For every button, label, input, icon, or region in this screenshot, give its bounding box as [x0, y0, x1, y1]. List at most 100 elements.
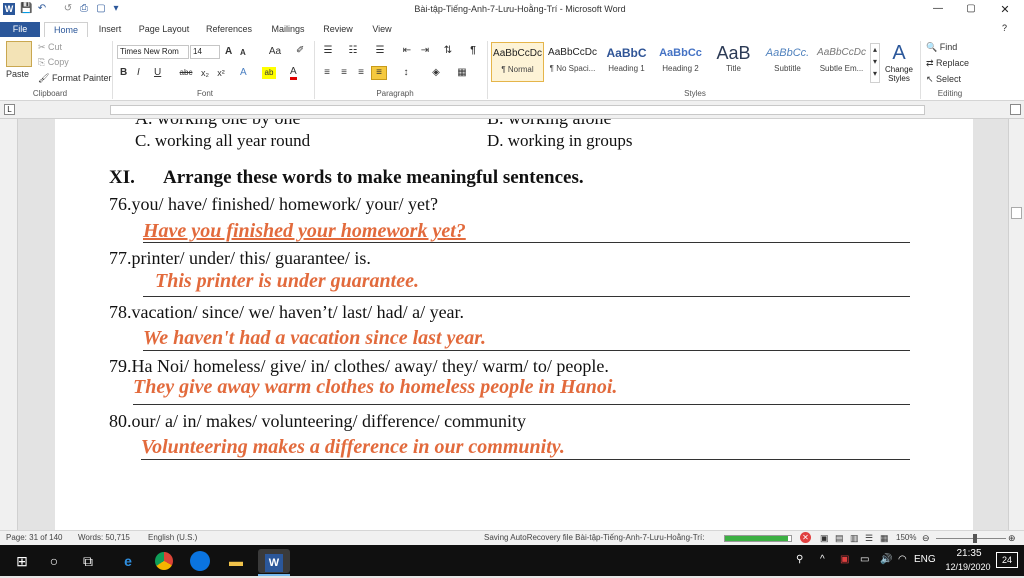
zoom-slider-thumb[interactable]: [973, 534, 977, 543]
find-button[interactable]: 🔍 Find: [926, 41, 957, 53]
align-right-icon[interactable]: ≡: [354, 67, 368, 79]
font-size-select[interactable]: 14: [190, 45, 220, 59]
multilevel-list-icon[interactable]: ☰: [372, 45, 388, 57]
justify-icon[interactable]: ≡: [371, 66, 387, 80]
borders-icon[interactable]: ▦: [454, 67, 470, 79]
numbering-icon[interactable]: ☷: [345, 45, 361, 57]
draft-icon[interactable]: ▦: [880, 532, 889, 544]
replace-button[interactable]: ⇄ Replace: [926, 57, 969, 69]
paste-icon[interactable]: [6, 41, 32, 67]
undo-icon[interactable]: ↶: [36, 3, 48, 15]
horizontal-ruler[interactable]: L: [0, 101, 1024, 119]
document-page[interactable]: A. working one by one B. working alone C…: [55, 119, 973, 530]
maximize-button[interactable]: ▢: [963, 3, 979, 14]
task-view-icon[interactable]: ⧉: [76, 549, 100, 573]
minimize-button[interactable]: —: [930, 3, 946, 14]
clock-time[interactable]: 21:35: [948, 548, 990, 559]
print-preview-icon[interactable]: ⎙: [78, 3, 90, 15]
antivirus-icon[interactable]: ▣: [840, 554, 849, 565]
tab-references[interactable]: References: [200, 22, 258, 37]
help-icon[interactable]: ?: [1002, 23, 1007, 33]
style-normal[interactable]: AaBbCcDc ¶ Normal: [491, 42, 544, 82]
language-indicator[interactable]: English (U.S.): [148, 533, 197, 542]
keyboard-language[interactable]: ENG: [914, 554, 936, 565]
increase-indent-icon[interactable]: ⇥: [418, 45, 432, 57]
style-title[interactable]: AaB Title: [707, 42, 760, 82]
word-app-icon[interactable]: W: [3, 3, 15, 15]
wifi-icon[interactable]: ◠: [898, 554, 907, 565]
clear-formatting-icon[interactable]: ✐: [296, 45, 304, 57]
file-explorer-icon[interactable]: ▬: [224, 549, 248, 573]
web-layout-icon[interactable]: ▥: [850, 532, 859, 544]
align-center-icon[interactable]: ≡: [337, 67, 351, 79]
people-icon[interactable]: ⚲: [796, 554, 803, 565]
outline-icon[interactable]: ☰: [865, 532, 873, 544]
zoom-level[interactable]: 150%: [896, 533, 916, 542]
view-ruler-icon[interactable]: [1010, 104, 1021, 115]
shading-icon[interactable]: ◈: [428, 67, 444, 79]
styles-scroll-icon[interactable]: ▴ ▾ ▾: [870, 43, 880, 83]
word-taskbar-icon[interactable]: W: [258, 549, 290, 573]
style-no-spacing[interactable]: AaBbCcDc ¶ No Spaci...: [546, 42, 599, 82]
volume-icon[interactable]: 🔊: [880, 554, 892, 565]
cancel-save-icon[interactable]: ✕: [800, 532, 811, 543]
zoom-out-icon[interactable]: ⊖: [922, 532, 930, 544]
tab-mailings[interactable]: Mailings: [264, 22, 312, 37]
select-button[interactable]: ↖ Select: [926, 73, 961, 85]
clock-date[interactable]: 12/19/2020: [940, 562, 996, 572]
style-heading-2[interactable]: AaBbCc Heading 2: [654, 42, 707, 82]
notifications-icon[interactable]: 24: [996, 552, 1018, 568]
tab-home[interactable]: Home: [44, 22, 88, 37]
full-screen-reading-icon[interactable]: ▤: [835, 532, 844, 544]
style-heading-1[interactable]: AaBbC Heading 1: [600, 42, 653, 82]
edge-icon[interactable]: e: [116, 549, 140, 573]
windows-start-icon[interactable]: ⊞: [10, 549, 34, 573]
redo-icon[interactable]: ↺: [62, 3, 74, 15]
style-subtle-emphasis[interactable]: AaBbCcDc Subtle Em...: [815, 42, 868, 82]
tab-insert[interactable]: Insert: [90, 22, 130, 37]
tab-view[interactable]: View: [364, 22, 400, 37]
tab-page-layout[interactable]: Page Layout: [134, 22, 194, 37]
tab-selector-icon[interactable]: L: [4, 104, 15, 115]
battery-icon[interactable]: ▭: [860, 554, 869, 565]
format-painter-button[interactable]: 🖌 Format Painter: [38, 72, 111, 84]
page-count[interactable]: Page: 31 of 140: [6, 533, 63, 542]
text-effects-icon[interactable]: A: [240, 67, 247, 79]
bullets-icon[interactable]: ☰: [320, 45, 336, 57]
document-area[interactable]: A. working one by one B. working alone C…: [0, 119, 1024, 530]
style-subtitle[interactable]: AaBbCc. Subtitle: [761, 42, 814, 82]
align-left-icon[interactable]: ≡: [320, 67, 334, 79]
superscript-button[interactable]: x²: [214, 67, 228, 79]
bold-button[interactable]: B: [120, 67, 127, 79]
tab-review[interactable]: Review: [318, 22, 358, 37]
tab-file[interactable]: File: [0, 22, 40, 37]
zoom-in-icon[interactable]: ⊕: [1008, 532, 1016, 544]
font-color-icon[interactable]: A: [290, 67, 297, 80]
grow-font-icon[interactable]: A: [225, 46, 232, 58]
subscript-button[interactable]: x₂: [198, 67, 212, 79]
font-name-select[interactable]: Times New Rom: [117, 45, 189, 59]
search-icon[interactable]: ○: [42, 549, 66, 573]
change-case-icon[interactable]: Aa: [266, 46, 284, 58]
decrease-indent-icon[interactable]: ⇤: [400, 45, 414, 57]
paste-button[interactable]: Paste: [6, 68, 29, 80]
new-document-icon[interactable]: ▢: [95, 3, 107, 15]
word-count[interactable]: Words: 50,715: [78, 533, 130, 542]
sort-icon[interactable]: ⇅: [441, 45, 455, 57]
highlight-icon[interactable]: ab: [262, 67, 276, 79]
line-spacing-icon[interactable]: ↕: [398, 67, 414, 79]
close-button[interactable]: ✕: [997, 3, 1013, 16]
underline-button[interactable]: U: [154, 67, 161, 79]
italic-button[interactable]: I: [137, 67, 140, 79]
change-styles-button[interactable]: A Change Styles: [884, 41, 914, 87]
print-layout-icon[interactable]: ▣: [820, 532, 829, 544]
vertical-scrollbar[interactable]: [1008, 119, 1024, 530]
copy-button[interactable]: ⎘ Copy: [38, 56, 69, 68]
shrink-font-icon[interactable]: A: [240, 47, 246, 59]
zalo-icon[interactable]: [188, 549, 212, 573]
cut-button[interactable]: ✂ Cut: [38, 41, 62, 53]
show-formatting-icon[interactable]: ¶: [466, 45, 480, 57]
scroll-thumb[interactable]: [1011, 207, 1022, 219]
strikethrough-button[interactable]: abc: [178, 67, 194, 79]
save-icon[interactable]: 💾: [20, 3, 32, 15]
